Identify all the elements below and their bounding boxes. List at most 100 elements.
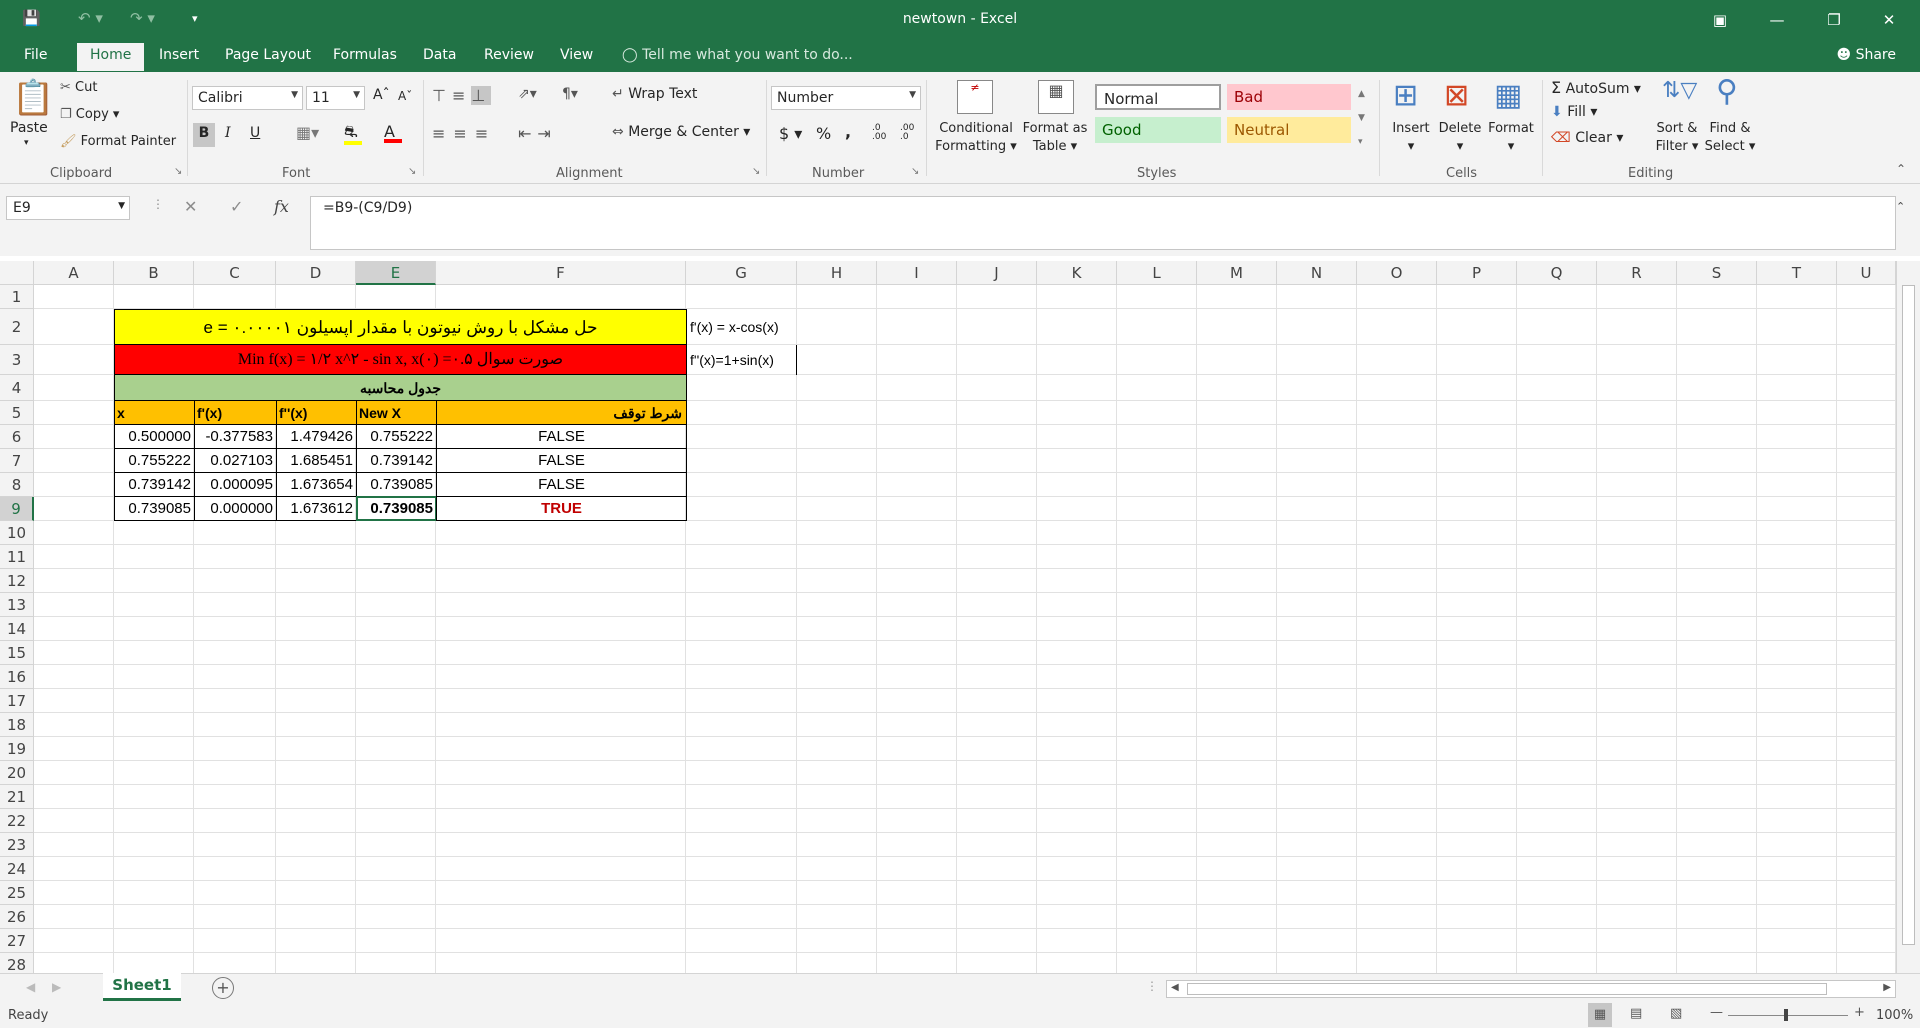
ribbon-display-icon[interactable]: ▣ xyxy=(1700,6,1740,34)
data-cell[interactable]: -0.377583 xyxy=(194,424,277,449)
borders-icon[interactable]: ▦▾ xyxy=(296,123,319,142)
stop-condition-cell[interactable]: TRUE xyxy=(436,496,687,521)
formula-input[interactable]: =B9-(C9/D9) xyxy=(310,196,1896,250)
share-button[interactable]: ☻ Share xyxy=(1837,47,1896,63)
name-box[interactable]: E9 ▼ xyxy=(6,196,130,220)
column-header-p[interactable]: P xyxy=(1437,261,1517,285)
collapse-ribbon-icon[interactable]: ⌃ xyxy=(1896,162,1906,176)
percent-button[interactable]: % xyxy=(816,124,831,143)
row-header-1[interactable]: 1 xyxy=(0,285,34,309)
data-cell[interactable]: 1.479426 xyxy=(276,424,357,449)
page-layout-view-icon[interactable]: ▤ xyxy=(1630,1006,1642,1021)
column-header-c[interactable]: C xyxy=(194,261,276,285)
data-cell[interactable]: 1.685451 xyxy=(276,448,357,473)
header-cell[interactable]: x xyxy=(114,400,195,425)
currency-button[interactable]: $ ▾ xyxy=(779,124,802,143)
row-header-10[interactable]: 10 xyxy=(0,521,34,545)
row-header-26[interactable]: 26 xyxy=(0,905,34,929)
row-header-2[interactable]: 2 xyxy=(0,309,34,345)
clear-button[interactable]: ⌫ Clear ▾ xyxy=(1551,130,1623,146)
row-header-27[interactable]: 27 xyxy=(0,929,34,953)
text-direction-icon[interactable]: ¶▾ xyxy=(562,86,578,102)
cancel-icon[interactable]: ✕ xyxy=(184,197,197,216)
insert-function-button[interactable]: fx xyxy=(274,197,289,216)
format-as-table-button[interactable]: Format as Table ▾ xyxy=(1020,120,1090,156)
prev-sheet-icon[interactable]: ◀ xyxy=(26,980,35,994)
tell-me-input[interactable]: ◯ Tell me what you want to do... xyxy=(622,47,853,63)
row-header-9[interactable]: 9 xyxy=(0,497,34,521)
cell-g2[interactable]: f'(x) = x-cos(x) xyxy=(686,309,797,345)
zoom-level[interactable]: 100% xyxy=(1876,1008,1913,1023)
number-format-select[interactable]: Number ▼ xyxy=(771,86,921,110)
paste-button[interactable]: Paste xyxy=(10,120,48,136)
expand-formula-icon[interactable]: ⌃ xyxy=(1896,200,1905,213)
row-header-12[interactable]: 12 xyxy=(0,569,34,593)
zoom-slider[interactable] xyxy=(1728,1015,1848,1016)
grow-font-icon[interactable]: Aˆ xyxy=(373,87,390,103)
delete-cells-button[interactable]: Delete ▾ xyxy=(1438,120,1482,156)
row-header-15[interactable]: 15 xyxy=(0,641,34,665)
close-icon[interactable]: ✕ xyxy=(1869,6,1909,34)
column-header-g[interactable]: G xyxy=(686,261,797,285)
stop-condition-cell[interactable]: FALSE xyxy=(436,424,687,449)
cell-g3[interactable]: f''(x)=1+sin(x) xyxy=(686,345,797,375)
data-cell[interactable]: 0.500000 xyxy=(114,424,195,449)
data-cell[interactable]: 0.755222 xyxy=(114,448,195,473)
format-painter-button[interactable]: 🖌 Format Painter xyxy=(60,134,176,149)
font-name-select[interactable]: Calibri ▼ xyxy=(192,86,303,110)
tab-file[interactable]: File xyxy=(24,47,47,63)
indent-icons[interactable]: ⇤⇥ xyxy=(518,124,557,143)
row-header-23[interactable]: 23 xyxy=(0,833,34,857)
style-good[interactable]: Good xyxy=(1095,117,1221,143)
tab-review[interactable]: Review xyxy=(484,47,534,63)
fill-button[interactable]: ⬇ Fill ▾ xyxy=(1551,104,1597,120)
vertical-scroll-thumb[interactable] xyxy=(1902,285,1915,945)
cut-button[interactable]: ✂ Cut xyxy=(60,80,97,95)
data-cell[interactable]: 0.739085 xyxy=(356,472,437,497)
stop-condition-cell[interactable]: FALSE xyxy=(436,448,687,473)
paste-dropdown-icon[interactable]: ▾ xyxy=(24,138,29,148)
column-header-r[interactable]: R xyxy=(1597,261,1677,285)
worksheet-grid[interactable]: A B C D E F G H I J K L M N O P Q R S T U 1 2 3 4 5 6 7 8 9 10 11 12 13 14… xyxy=(0,261,1920,973)
tab-formulas[interactable]: Formulas xyxy=(333,47,397,63)
column-header-q[interactable]: Q xyxy=(1517,261,1597,285)
row-header-8[interactable]: 8 xyxy=(0,473,34,497)
merge-center-button[interactable]: ⇔ Merge & Center ▾ xyxy=(612,124,750,140)
column-header-u[interactable]: U xyxy=(1837,261,1896,285)
row-header-6[interactable]: 6 xyxy=(0,425,34,449)
column-header-j[interactable]: J xyxy=(957,261,1037,285)
table-title[interactable]: جدول محاسبه xyxy=(114,374,687,401)
title-row3[interactable]: صورت سوال Min f(x) = ۱/۲ x^۲ - sin x, x(… xyxy=(114,344,687,375)
tab-data[interactable]: Data xyxy=(423,47,456,63)
row-header-21[interactable]: 21 xyxy=(0,785,34,809)
stop-condition-cell[interactable]: FALSE xyxy=(436,472,687,497)
split-handle-icon[interactable]: ⋮ xyxy=(1146,979,1158,993)
column-header-m[interactable]: M xyxy=(1197,261,1277,285)
title-row2[interactable]: حل مشکل با روش نیوتون با مقدار اپسیلون ۰… xyxy=(114,309,687,345)
column-header-h[interactable]: H xyxy=(797,261,877,285)
font-size-select[interactable]: 11 ▼ xyxy=(306,86,365,110)
comma-button[interactable]: , xyxy=(845,122,851,141)
column-header-n[interactable]: N xyxy=(1277,261,1357,285)
row-header-5[interactable]: 5 xyxy=(0,401,34,425)
style-bad[interactable]: Bad xyxy=(1227,84,1351,110)
clipboard-launcher-icon[interactable]: ↘ xyxy=(174,166,182,177)
row-header-7[interactable]: 7 xyxy=(0,449,34,473)
row-header-13[interactable]: 13 xyxy=(0,593,34,617)
italic-button[interactable]: I xyxy=(225,125,231,141)
font-launcher-icon[interactable]: ↘ xyxy=(408,166,416,177)
column-header-e[interactable]: E xyxy=(356,261,436,285)
row-header-25[interactable]: 25 xyxy=(0,881,34,905)
data-cell[interactable]: 1.673612 xyxy=(276,496,357,521)
restore-icon[interactable]: ❐ xyxy=(1814,6,1854,34)
header-cell[interactable]: f'(x) xyxy=(194,400,277,425)
tab-insert[interactable]: Insert xyxy=(159,47,199,63)
zoom-in-icon[interactable]: + xyxy=(1854,1005,1865,1020)
column-header-d[interactable]: D xyxy=(276,261,356,285)
data-cell[interactable]: 0.027103 xyxy=(194,448,277,473)
tab-home[interactable]: Home xyxy=(77,43,145,71)
row-header-24[interactable]: 24 xyxy=(0,857,34,881)
data-cell[interactable]: 0.755222 xyxy=(356,424,437,449)
wrap-text-button[interactable]: ↵ Wrap Text xyxy=(612,86,697,102)
normal-view-icon[interactable]: ▦ xyxy=(1588,1003,1612,1027)
